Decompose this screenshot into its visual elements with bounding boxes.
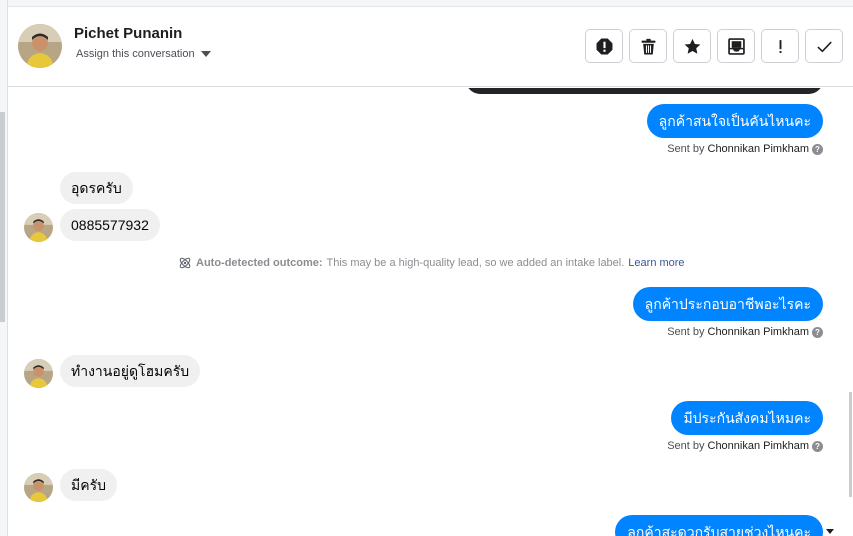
outgoing-message[interactable]: ลูกค้าสะดวกรับสายช่วงไหนคะ: [615, 515, 823, 536]
sent-by-prefix: Sent by: [667, 440, 705, 452]
header-actions: [585, 29, 843, 63]
outgoing-message[interactable]: ลูกค้าสนใจเป็นคันไหนคะ: [646, 104, 823, 138]
learn-more-link[interactable]: Learn more: [628, 257, 684, 269]
chevron-down-icon: [200, 51, 211, 57]
trash-icon: [641, 38, 655, 54]
incoming-message[interactable]: ทำงานอยู่ดูโฮมครับ: [60, 355, 201, 387]
incoming-message[interactable]: 0885577932: [60, 209, 160, 241]
incoming-message[interactable]: มีครับ: [60, 469, 117, 501]
check-icon: [816, 40, 832, 52]
contact-avatar-small: [24, 213, 53, 242]
top-divider: [8, 0, 853, 7]
sent-by-prefix: Sent by: [667, 143, 705, 155]
atom-icon: [179, 257, 191, 269]
archive-button[interactable]: [717, 29, 755, 63]
assign-conversation-dropdown[interactable]: Assign this conversation: [76, 48, 211, 60]
sent-by-info: Sent by Chonnikan Pimkham ?: [667, 143, 823, 155]
sent-by-info: Sent by Chonnikan Pimkham ?: [667, 440, 823, 452]
alert-icon: [596, 38, 612, 54]
sender-name: Chonnikan Pimkham: [707, 326, 810, 338]
contact-avatar-small: [24, 359, 53, 388]
delete-button[interactable]: [629, 29, 667, 63]
archive-icon: [727, 37, 745, 55]
star-button[interactable]: [673, 29, 711, 63]
sent-by-prefix: Sent by: [667, 326, 705, 338]
thread-scrollbar[interactable]: [849, 392, 852, 497]
left-scrollbar[interactable]: [0, 112, 5, 322]
mark-done-button[interactable]: [805, 29, 843, 63]
sent-by-info: Sent by Chonnikan Pimkham ?: [667, 326, 823, 338]
scroll-down-icon[interactable]: [826, 529, 834, 534]
mark-spam-button[interactable]: [585, 29, 623, 63]
assign-label: Assign this conversation: [76, 48, 195, 60]
contact-name: Pichet Punanin: [74, 25, 183, 42]
help-icon[interactable]: ?: [812, 326, 823, 338]
outgoing-message[interactable]: ลูกค้าประกอบอาชีพอะไรคะ: [632, 287, 823, 321]
conversation-header: Pichet Punanin Assign this conversation: [8, 7, 853, 87]
help-icon[interactable]: ?: [812, 143, 823, 155]
contact-avatar-small: [24, 473, 53, 502]
inbox-conversation-view: Pichet Punanin Assign this conversation: [0, 0, 853, 536]
sender-name: Chonnikan Pimkham: [707, 143, 810, 155]
mark-unread-button[interactable]: [761, 29, 799, 63]
auto-detected-outcome-notice: Auto-detected outcome: This may be a hig…: [178, 256, 685, 270]
notice-title: Auto-detected outcome:: [196, 257, 323, 269]
incoming-message[interactable]: อุดรครับ: [60, 172, 133, 204]
outgoing-message[interactable]: มีประกันสังคมไหมคะ: [671, 401, 823, 435]
message-thread[interactable]: ลูกค้าสนใจเป็นคันไหนคะ Sent by Chonnikan…: [8, 88, 853, 536]
exclamation-icon: [779, 39, 781, 53]
star-icon: [684, 38, 700, 54]
help-icon[interactable]: ?: [812, 440, 823, 452]
previous-message-bubble: [466, 88, 823, 94]
sender-name: Chonnikan Pimkham: [707, 440, 810, 452]
contact-avatar[interactable]: [18, 24, 62, 68]
notice-body: This may be a high-quality lead, so we a…: [326, 257, 625, 269]
